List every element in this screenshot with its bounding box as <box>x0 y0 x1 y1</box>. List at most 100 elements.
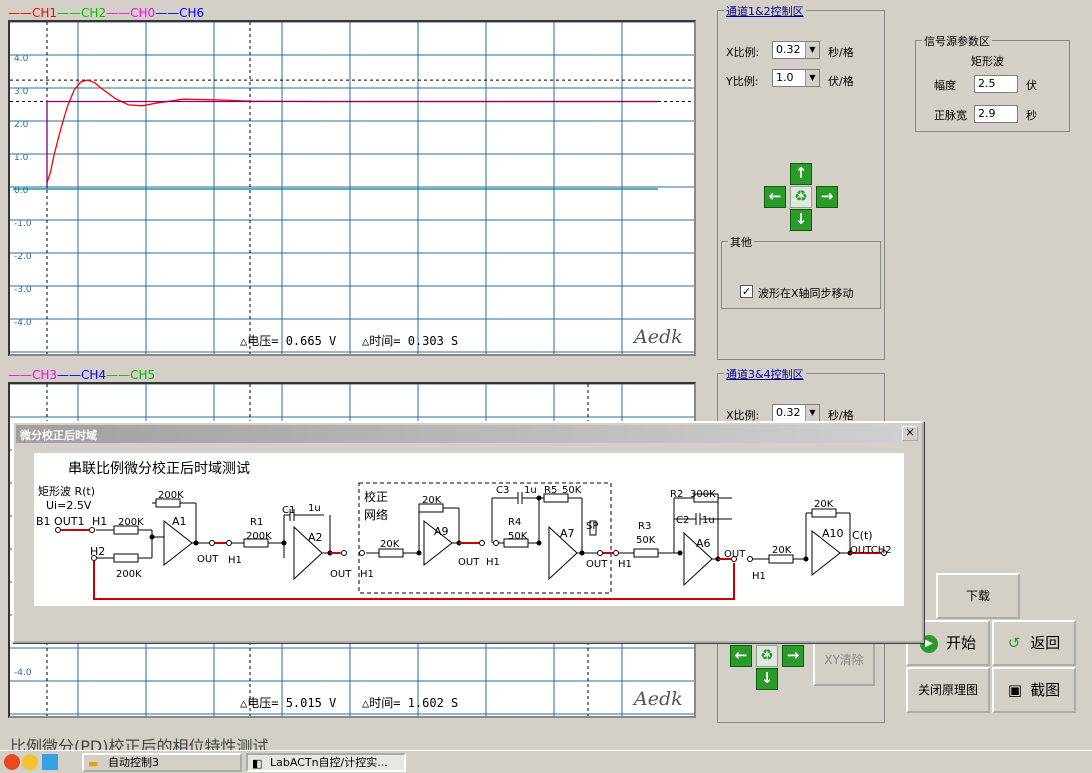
taskbar-folder-button[interactable]: ▬ 自动控制3 <box>82 753 242 772</box>
taskbar-app-button[interactable]: ◧ LabACTn自控/计控实... <box>246 753 406 772</box>
ch12-control-group: 通道1&2控制区 X比例: 0.32 ▼ 秒/格 Y比例: 1.0 ▼ 伏/格 ↑ … <box>717 3 885 360</box>
circuit-label: 20K <box>422 495 442 506</box>
scope2-voltage-readout: △电压= 5.015 V <box>240 696 337 710</box>
terminal <box>209 540 215 546</box>
ch12-x-scale-label: X比例: <box>726 46 760 59</box>
ch34-arrow-right-button[interactable]: → <box>782 645 804 667</box>
scope1-plot[interactable]: 4.0 3.0 2.0 1.0 0.0 -1.0 -2.0 -3.0 -4.0 △电压= 0.6… <box>8 20 696 356</box>
circuit-label: 1u <box>308 503 321 514</box>
circuit-label: H1 <box>228 555 242 566</box>
ch34-x-scale-select[interactable]: 0.32 ▼ <box>772 404 820 422</box>
xy-clear-button[interactable]: XY清除 <box>813 636 875 686</box>
arrow-down-button[interactable]: ↓ <box>790 209 812 231</box>
ch12-y-scale-select[interactable]: 1.0 ▼ <box>772 69 820 87</box>
circuit-label: 20K <box>772 545 792 556</box>
feedback-wire <box>93 561 735 600</box>
circuit-label: A2 <box>308 531 323 544</box>
terminal <box>493 540 499 546</box>
circuit-label: 200K <box>246 531 272 542</box>
circuit-label: 50K <box>636 535 656 546</box>
folder-icon: ▬ <box>88 757 99 770</box>
ch12-y-scale-label: Y比例: <box>726 75 759 88</box>
resistor <box>768 554 794 564</box>
series-ch1 <box>46 79 658 183</box>
quick-launch-icon[interactable] <box>22 754 38 770</box>
circuit-canvas: 串联比例微分校正后时域测试 矩形波 R(t) Ui=2.5V B1 OUT1 H1 H2 2… <box>34 453 904 606</box>
other-group: 其他 ✓ 波形在X轴同步移动 <box>721 234 881 309</box>
y-tick-label: 3.0 <box>14 87 29 97</box>
ch12-x-scale-select[interactable]: 0.32 ▼ <box>772 41 820 59</box>
circuit-label: B1 OUT1 <box>36 515 84 528</box>
ch34-title: 通道3&4控制区 <box>724 366 806 382</box>
close-diagram-button[interactable]: 关闭原理图 <box>906 667 990 713</box>
circuit-label: R4 <box>508 517 521 528</box>
sync-label: 波形在X轴同步移动 <box>758 287 854 300</box>
circuit-label: A6 <box>696 537 711 550</box>
circuit-label: 校正 <box>364 489 388 504</box>
scope2-brand-logo: Aedk <box>634 688 683 710</box>
ch12-x-unit: 秒/格 <box>828 46 854 59</box>
y-tick-label: -4.0 <box>14 318 32 328</box>
circuit-label: H1 <box>752 571 766 582</box>
amplitude-unit: 伏 <box>1026 79 1037 92</box>
circuit-label: 200K <box>116 569 142 580</box>
terminal <box>613 550 619 556</box>
chevron-down-icon[interactable]: ▼ <box>805 42 819 58</box>
scope1-time-readout: △时间= 0.303 S <box>362 334 459 348</box>
resistor <box>378 548 404 558</box>
terminal <box>479 540 485 546</box>
scope2-time-readout: △时间= 1.602 S <box>362 696 459 710</box>
circuit-label: R5 <box>544 485 557 496</box>
chevron-down-icon[interactable]: ▼ <box>805 70 819 86</box>
scope1-legend: ——CH1——CH2——CH0——CH6 <box>8 6 204 20</box>
legend-ch1: ——CH1 <box>8 6 58 20</box>
dialog-titlebar[interactable]: 微分校正后时域 × <box>16 425 920 443</box>
download-button[interactable]: 下载 <box>936 573 1020 619</box>
ie-icon[interactable] <box>4 754 20 770</box>
circuit-label: R3 <box>638 521 651 532</box>
pulse-width-label: 正脉宽 <box>934 109 967 122</box>
terminal <box>89 527 95 533</box>
app-icon: ◧ <box>252 757 263 770</box>
ch12-title: 通道1&2控制区 <box>724 3 806 19</box>
y-tick-label: 2.0 <box>14 120 29 130</box>
circuit-label: 50K <box>562 485 582 496</box>
pulse-width-unit: 秒 <box>1026 109 1037 122</box>
circuit-schematic: 串联比例微分校正后时域测试矩形波 R(t)Ui=2.5VB1 OUT1 H1H22… <box>36 460 892 600</box>
circuit-label: OUT <box>458 557 480 568</box>
circuit-label: C1 <box>282 505 295 516</box>
back-button[interactable]: ↺ 返回 <box>992 620 1076 666</box>
ch12-y-unit: 伏/格 <box>828 75 854 88</box>
circuit-label: 1u <box>524 485 537 496</box>
arrow-left-button[interactable]: ← <box>764 186 786 208</box>
sync-checkbox[interactable]: ✓ <box>740 285 753 298</box>
scope1-chart: 4.0 3.0 2.0 1.0 0.0 -1.0 -2.0 -3.0 -4.0 <box>10 22 694 354</box>
circuit-label: OUT <box>197 554 219 565</box>
terminal <box>91 555 97 561</box>
circuit-label: SP <box>586 521 598 532</box>
ch34-recycle-reset-button[interactable]: ♻ <box>756 645 778 667</box>
input-value: Ui=2.5V <box>46 499 92 512</box>
circuit-label: A1 <box>172 515 187 528</box>
ch34-arrow-left-button[interactable]: ← <box>730 645 752 667</box>
y-tick-label: -4.0 <box>14 668 32 678</box>
chevron-down-icon[interactable]: ▼ <box>805 405 819 421</box>
undo-icon: ↺ <box>1007 634 1021 652</box>
amplitude-input[interactable]: 2.5 <box>974 75 1018 93</box>
circuit-label: C2 <box>676 515 689 526</box>
circuit-label: OUTCH2 <box>850 545 892 556</box>
camera-icon: ▣ <box>1007 681 1023 699</box>
dialog-close-button[interactable]: × <box>902 426 918 441</box>
y-tick-label: 0.0 <box>14 186 29 196</box>
resistor <box>811 508 837 518</box>
arrow-up-button[interactable]: ↑ <box>790 163 812 185</box>
ch34-arrow-down-button[interactable]: ↓ <box>756 668 778 690</box>
show-desktop-icon[interactable] <box>42 754 58 770</box>
capture-button[interactable]: ▣ 截图 <box>992 667 1076 713</box>
legend-ch2: ——CH2 <box>57 6 107 20</box>
pulse-width-input[interactable]: 2.9 <box>974 105 1018 123</box>
recycle-reset-button[interactable]: ♻ <box>790 186 812 208</box>
node <box>677 550 683 556</box>
arrow-right-button[interactable]: → <box>816 186 838 208</box>
circuit-label: H1 <box>618 559 632 570</box>
